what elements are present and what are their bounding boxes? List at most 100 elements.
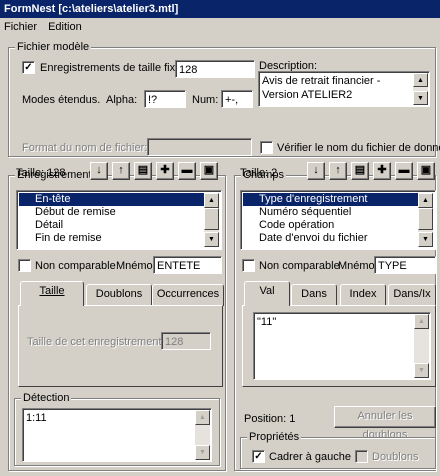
move-up-button[interactable]: ↑ (112, 162, 130, 180)
proprietes-legend: Propriétés (247, 431, 302, 444)
records-tab-panel: Taille de cet enregistrement: 128 (18, 305, 223, 387)
fields-size-label: Taille: 2 (240, 167, 278, 179)
records-size-label: Taille: 128 (16, 167, 66, 179)
field-move-up-button[interactable]: ↑ (329, 162, 347, 180)
fixed-size-checkbox[interactable]: ✓ (22, 61, 35, 74)
remove-field-button[interactable]: ▬ (395, 162, 413, 180)
description-textarea[interactable]: Avis de retrait financier - Version ATEL… (258, 71, 430, 107)
list-item[interactable]: Type d'enregistrement (243, 193, 433, 206)
val-textarea[interactable]: "11" ▲ ▼ (253, 312, 431, 380)
records-mnemo-label: Mnémo: (116, 260, 156, 272)
detection-textarea[interactable]: 1:11 ▲ ▼ (22, 408, 212, 462)
menu-bar: Fichier Edition (0, 19, 440, 35)
fields-list[interactable]: Type d'enregistrement Numéro séquentiel … (240, 190, 436, 250)
list-item[interactable]: En-tête (19, 193, 219, 206)
modes-label: Modes étendus. (22, 94, 101, 106)
list-item[interactable]: Date d'envoi du fichier (243, 232, 433, 245)
add-record-button[interactable]: ✚ (156, 162, 174, 180)
copy-icon: ▣ (203, 164, 215, 176)
arrow-up-icon: ↑ (118, 164, 124, 176)
num-label: Num: (192, 94, 219, 106)
records-mnemo-input[interactable]: ENTETE (153, 256, 222, 274)
scroll-down-icon[interactable]: ▼ (414, 363, 429, 378)
record-size-label: Taille de cet enregistrement: (27, 336, 165, 348)
scroll-up-icon[interactable]: ▲ (414, 314, 429, 329)
records-non-comparable-label: Non comparable (35, 260, 116, 272)
scroll-up-icon[interactable]: ▲ (413, 73, 428, 87)
field-move-down-button[interactable]: ↓ (307, 162, 325, 180)
remove-icon: ▬ (181, 164, 193, 176)
format-input[interactable] (147, 138, 252, 156)
fields-scrollbar[interactable]: ▲ ▼ (418, 193, 433, 247)
copy-record-button[interactable]: ▣ (200, 162, 218, 180)
fields-mnemo-label: Mnémo: (338, 260, 378, 272)
scroll-down-icon[interactable]: ▼ (195, 445, 210, 460)
alpha-label: Alpha: (106, 94, 138, 106)
menu-edition[interactable]: Edition (44, 19, 86, 35)
scroll-thumb[interactable] (418, 208, 433, 230)
position-label: Position: 1 (244, 413, 296, 425)
move-down-button[interactable]: ↓ (90, 162, 108, 180)
window-title: FormNest [c:\ateliers\atelier3.mtl] (0, 0, 440, 18)
list-item[interactable]: Début de remise (19, 206, 219, 219)
copy-field-button[interactable]: ▣ (417, 162, 435, 180)
scroll-up-icon[interactable]: ▲ (418, 193, 433, 208)
list-item[interactable]: Code opération (243, 219, 433, 232)
add-field-button[interactable]: ✚ (373, 162, 391, 180)
val-scrollbar[interactable]: ▲ ▼ (414, 314, 429, 378)
cadrer-gauche-label: Cadrer à gauche (269, 451, 351, 463)
scroll-down-icon[interactable]: ▼ (418, 232, 433, 247)
scroll-down-icon[interactable]: ▼ (413, 91, 428, 105)
tab-doublons[interactable]: Doublons (86, 284, 152, 306)
tab-dans-ix[interactable]: Dans/Ix (388, 284, 436, 306)
tab-index[interactable]: Index (340, 284, 386, 306)
add-icon: ✚ (160, 164, 170, 176)
list-item[interactable]: Fin de remise (19, 232, 219, 245)
detection-scrollbar[interactable]: ▲ ▼ (195, 410, 210, 460)
cadrer-gauche-checkbox[interactable]: ✓ (252, 450, 265, 463)
doublons-checkbox[interactable] (355, 450, 368, 463)
fields-mnemo-input[interactable]: TYPE (374, 256, 436, 274)
remove-icon: ▬ (398, 164, 410, 176)
fields-non-comparable-checkbox[interactable] (242, 259, 255, 272)
scroll-up-icon[interactable]: ▲ (204, 193, 219, 208)
menu-fichier[interactable]: Fichier (0, 19, 41, 35)
page-icon: ▤ (354, 164, 366, 176)
num-input[interactable]: +-, (221, 90, 253, 108)
arrow-up-icon: ↑ (335, 164, 341, 176)
tab-taille[interactable]: Taille (20, 281, 84, 306)
add-icon: ✚ (377, 164, 387, 176)
scroll-thumb[interactable] (204, 208, 219, 230)
fields-non-comparable-label: Non comparable (259, 260, 340, 272)
scroll-up-icon[interactable]: ▲ (195, 410, 210, 425)
list-item[interactable]: Numéro séquentiel (243, 206, 433, 219)
fixed-size-input[interactable]: 128 (175, 60, 255, 78)
tab-dans[interactable]: Dans (291, 284, 337, 306)
doublons-label: Doublons (372, 451, 419, 463)
list-item[interactable]: Détail (19, 219, 219, 232)
cancel-doublons-button[interactable]: Annuler les doublons (334, 406, 436, 441)
alpha-input[interactable]: !? (144, 90, 186, 108)
page-icon: ▤ (137, 164, 149, 176)
remove-record-button[interactable]: ▬ (178, 162, 196, 180)
fichier-modele-legend: Fichier modèle (15, 41, 92, 54)
records-list[interactable]: En-tête Début de remise Détail Fin de re… (16, 190, 222, 250)
tab-val[interactable]: Val (244, 281, 290, 306)
val-text: "11" (257, 316, 277, 328)
verify-filename-label: Vérifier le nom du fichier de données (277, 142, 440, 154)
fixed-size-label: Enregistrements de taille fixe: (40, 62, 185, 74)
field-page-button[interactable]: ▤ (351, 162, 369, 180)
tab-occurrences[interactable]: Occurrences (152, 284, 224, 306)
scroll-down-icon[interactable]: ▼ (204, 232, 219, 247)
records-non-comparable-checkbox[interactable] (18, 259, 31, 272)
records-scrollbar[interactable]: ▲ ▼ (204, 193, 219, 247)
copy-icon: ▣ (420, 164, 432, 176)
record-size-input[interactable]: 128 (161, 332, 211, 350)
arrow-down-icon: ↓ (96, 164, 102, 176)
detection-text: 1:11 (26, 412, 47, 424)
description-scrollbar[interactable]: ▲ ▼ (413, 73, 428, 105)
page-button[interactable]: ▤ (134, 162, 152, 180)
verify-filename-checkbox[interactable] (260, 141, 273, 154)
fields-tab-panel: "11" ▲ ▼ (242, 305, 436, 387)
description-text: Avis de retrait financier - Version ATEL… (262, 75, 381, 101)
